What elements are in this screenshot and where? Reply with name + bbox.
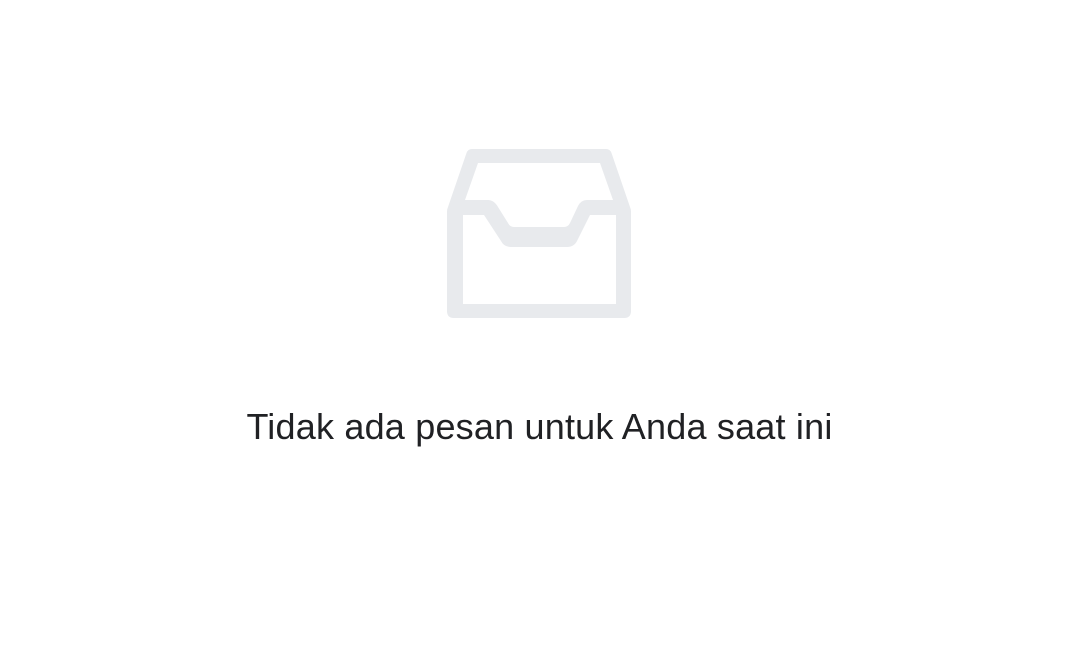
empty-message: Tidak ada pesan untuk Anda saat ini — [246, 406, 833, 447]
empty-state: Tidak ada pesan untuk Anda saat ini — [0, 0, 1079, 669]
inbox-icon — [446, 149, 632, 319]
